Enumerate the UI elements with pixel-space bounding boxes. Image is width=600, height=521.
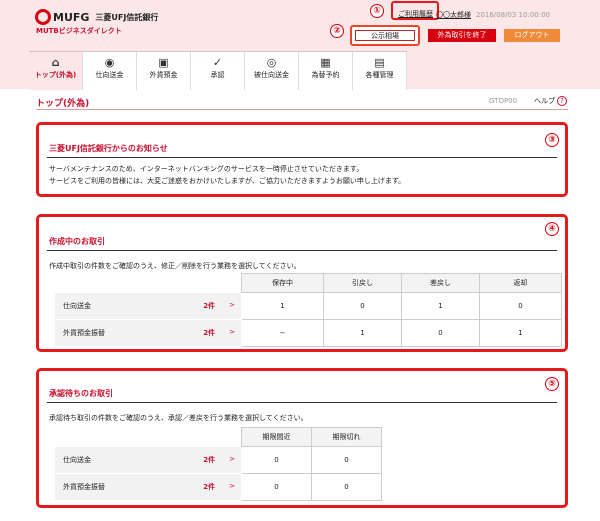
header: MUFG 三菱UFJ信託銀行 MUTBビジネスダイレクト ご利用履歴 ① 〇〇太郎…	[0, 0, 600, 90]
pending-table: 保存中 引戻し 差戻し 返却 仕向送金 >2件 1010 外貨預金振替 >2件 −1 0 1	[54, 273, 562, 347]
marker-3: ③	[545, 133, 559, 147]
help-link[interactable]: ヘルプ?	[534, 96, 567, 106]
notice-rule	[47, 157, 557, 158]
rate-button-frame: 公示相場	[350, 25, 420, 46]
marker-5: ⑤	[545, 377, 559, 391]
user-info: 〇〇太郎様 2016/08/03 10:00:00	[431, 10, 550, 20]
remittance-icon: ◉	[104, 56, 115, 69]
approval-remittance-link[interactable]: 仕向送金 >2件	[54, 446, 242, 474]
marker-2: ②	[330, 24, 344, 38]
chevron-right-icon: >	[229, 328, 235, 336]
mufg-logo-icon	[35, 9, 51, 25]
chevron-right-icon: >	[229, 455, 235, 463]
pending-remittance-link[interactable]: 仕向送金 >2件	[54, 292, 242, 320]
nav-settings[interactable]: ▤ 各種管理	[353, 52, 407, 90]
title-row: トップ(外為) GTOP00 ヘルプ?	[36, 96, 568, 110]
chevron-right-icon: >	[229, 482, 235, 490]
home-icon: ⌂	[51, 56, 60, 69]
nav-top[interactable]: ⌂ トップ(外為)	[29, 52, 83, 90]
pending-deposit-link[interactable]: 外貨預金振替 >2件	[54, 319, 242, 347]
approval-rule	[47, 402, 557, 403]
page-id: GTOP00	[489, 97, 518, 105]
deposit-icon: ▣	[158, 56, 169, 69]
main-nav: ⌂ トップ(外為) ◉ 仕向送金 ▣ 外貨預金 ✓ 承認 ◎ 被仕向送金 ▦ 為替予約 ▤ 各…	[29, 51, 407, 90]
service-name: MUTBビジネスダイレクト	[36, 27, 122, 35]
chevron-right-icon: >	[229, 301, 235, 309]
nav-forward[interactable]: ▦ 為替予約	[299, 52, 353, 90]
approval-title: 承認待ちのお取引	[49, 389, 113, 398]
end-fx-button[interactable]: 外為取引を終了	[428, 29, 496, 42]
page-title: トップ(外為)	[36, 99, 90, 109]
datetime: 2016/08/03 10:00:00	[475, 11, 550, 19]
approval-table: 期限間近 期限切れ 仕向送金 >2件 00 外貨預金振替 >2件 00	[54, 427, 382, 501]
settings-icon: ▤	[374, 56, 385, 69]
pending-panel: 作成中のお取引 作成中取引の件数をご確認のうえ、修正／削除を行う業務を選択してく…	[36, 214, 568, 352]
notice-line-1: サーバメンテナンスのため、インターネットバンキングのサービスを一時停止させていた…	[49, 165, 364, 173]
approval-panel: 承認待ちのお取引 承認待ち取引の件数をご確認のうえ、承認／差戻を行う業務を選択し…	[36, 368, 568, 508]
notice-title: 三菱UFJ信託銀行からのお知らせ	[49, 144, 168, 153]
nav-approval[interactable]: ✓ 承認	[191, 52, 245, 90]
table-header-row: 期限間近 期限切れ	[55, 427, 382, 447]
notice-line-2: サービスをご利用の皆様には、大変ご迷惑をおかけいたしますが、ご協力いただきますよ…	[49, 177, 406, 185]
table-header-row: 保存中 引戻し 差戻し 返却	[55, 273, 562, 293]
table-row: 外貨預金振替 >2件 00	[54, 473, 382, 501]
logo: MUFG 三菱UFJ信託銀行	[35, 9, 158, 25]
help-icon: ?	[557, 96, 567, 106]
approval-deposit-link[interactable]: 外貨預金振替 >2件	[54, 473, 242, 501]
nav-incoming[interactable]: ◎ 被仕向送金	[245, 52, 299, 90]
table-row: 仕向送金 >2件 00	[54, 446, 382, 474]
marker-1: ①	[370, 4, 384, 18]
table-row: 外貨預金振替 >2件 −1 0 1	[54, 319, 562, 347]
logout-button[interactable]: ログアウト	[504, 29, 560, 42]
incoming-icon: ◎	[266, 56, 277, 69]
rate-button[interactable]: 公示相場	[355, 30, 415, 41]
pending-title: 作成中のお取引	[49, 237, 105, 246]
pending-desc: 作成中取引の件数をご確認のうえ、修正／削除を行う業務を選択してください。	[49, 262, 301, 270]
notice-panel: 三菱UFJ信託銀行からのお知らせ サーバメンテナンスのため、インターネットバンキ…	[36, 122, 568, 197]
pending-rule	[47, 250, 557, 251]
nav-deposit[interactable]: ▣ 外貨預金	[137, 52, 191, 90]
forward-icon: ▦	[320, 56, 331, 69]
nav-remittance[interactable]: ◉ 仕向送金	[83, 52, 137, 90]
user-name[interactable]: 〇〇太郎様	[436, 11, 471, 19]
approval-desc: 承認待ち取引の件数をご確認のうえ、承認／差戻を行う業務を選択してください。	[49, 414, 308, 422]
approval-icon: ✓	[212, 56, 223, 69]
table-row: 仕向送金 >2件 1010	[54, 292, 562, 320]
marker-4: ④	[545, 222, 559, 236]
